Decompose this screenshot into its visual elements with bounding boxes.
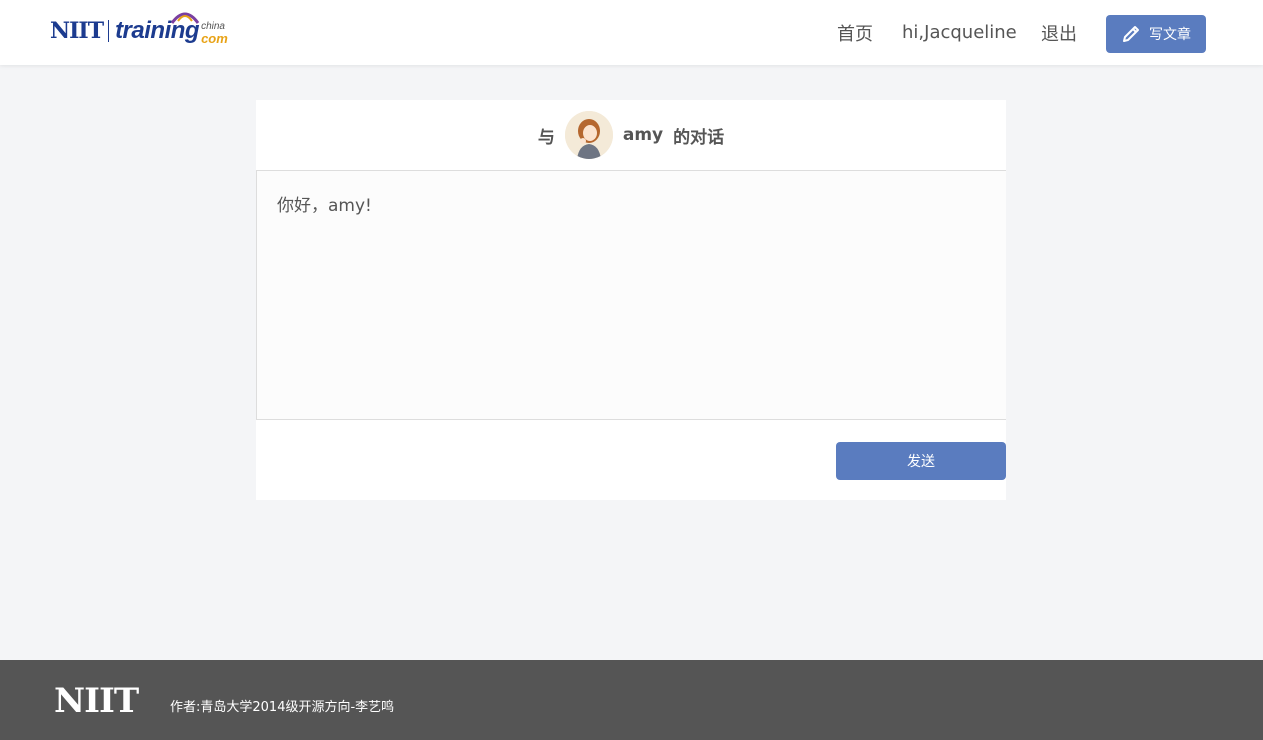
logo-niit-text: NIIT <box>50 18 104 44</box>
send-button[interactable]: 发送 <box>836 442 1006 480</box>
message-text: 你好，amy! <box>277 196 372 216</box>
pencil-icon <box>1123 26 1139 42</box>
avatar-image <box>564 111 613 159</box>
footer: NIIT 作者:青岛大学2014级开源方向-李艺鸣 <box>0 660 1263 740</box>
site-logo[interactable]: NIIT training china com <box>50 8 228 54</box>
top-header: NIIT training china com 首页 hi,Jacqueline… <box>0 0 1263 65</box>
partner-name: amy <box>622 125 664 145</box>
logo-com-text: com <box>201 30 228 46</box>
write-article-button[interactable]: 写文章 <box>1106 15 1206 53</box>
message-input[interactable]: 你好，amy! <box>256 170 1006 420</box>
nav-home-link[interactable]: 首页 <box>837 0 873 65</box>
conversation-card: 与 amy 的对话 你好，amy! 发送 <box>256 100 1006 500</box>
title-suffix: 的对话 <box>673 127 725 148</box>
nav-logout-link[interactable]: 退出 <box>1041 0 1077 65</box>
write-article-label: 写文章 <box>1149 27 1191 43</box>
conversation-title: 与 amy 的对话 <box>256 100 1006 170</box>
umbrella-icon <box>170 12 200 24</box>
footer-author-text: 作者:青岛大学2014级开源方向-李艺鸣 <box>170 700 395 715</box>
logo-divider <box>108 20 110 42</box>
nav-user-link[interactable]: hi,Jacqueline <box>902 0 1017 65</box>
title-prefix: 与 <box>537 127 555 148</box>
footer-logo: NIIT <box>54 681 139 721</box>
logo-china-text: china <box>201 20 225 32</box>
logo-domain: china com <box>201 20 228 46</box>
avatar <box>564 111 613 159</box>
